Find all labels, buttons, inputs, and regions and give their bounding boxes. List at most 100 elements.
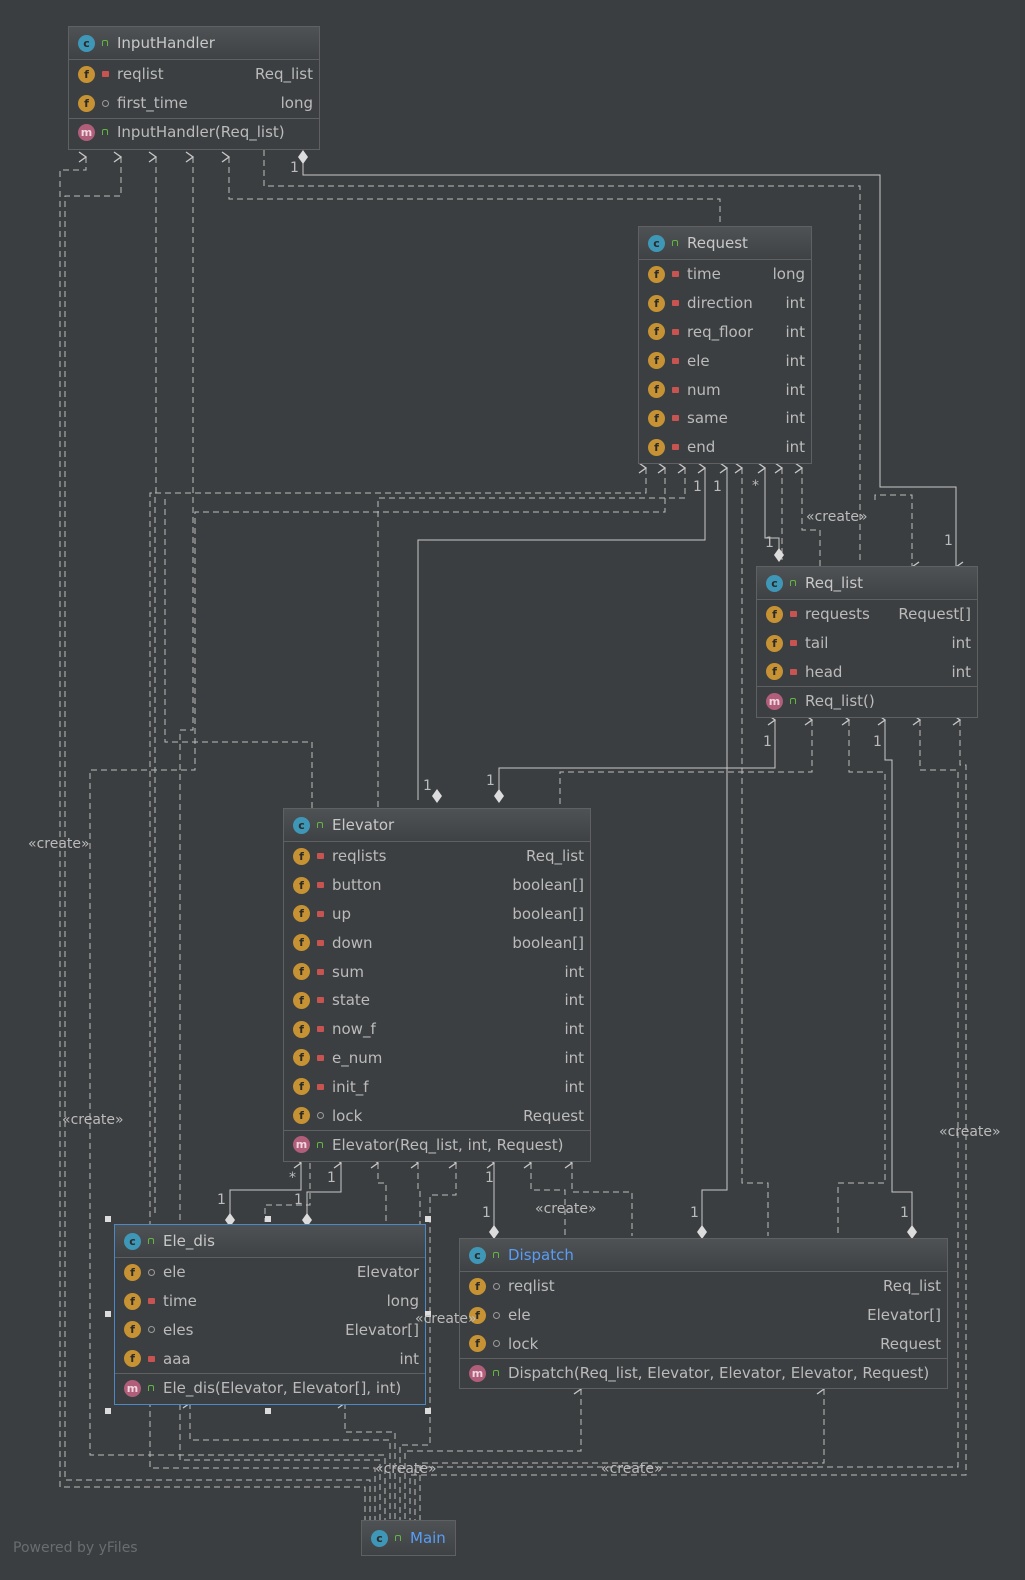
field-row[interactable]: f e_num int xyxy=(284,1044,590,1073)
method-signature: InputHandler(Req_list) xyxy=(117,123,285,142)
private-icon xyxy=(788,667,798,677)
class-inputhandler[interactable]: c InputHandler f reqlist Req_list f first_ti… xyxy=(68,26,320,150)
field-icon: f xyxy=(648,352,665,370)
public-icon xyxy=(315,1140,325,1150)
private-icon xyxy=(146,1354,156,1364)
selection-handle[interactable] xyxy=(105,1311,111,1317)
field-row[interactable]: f num int xyxy=(639,375,811,404)
class-icon: c xyxy=(78,34,95,52)
field-name: init_f xyxy=(332,1077,369,1096)
method-signature: Req_list() xyxy=(805,692,875,711)
field-row[interactable]: f now_f int xyxy=(284,1015,590,1044)
create-label: «create» xyxy=(375,1461,437,1477)
create-label: «create» xyxy=(806,509,868,525)
method-row[interactable]: m InputHandler(Req_list) xyxy=(69,117,319,147)
field-icon: f xyxy=(648,265,665,283)
field-row[interactable]: f reqlist Req_list xyxy=(460,1272,947,1301)
field-row[interactable]: f lock Request xyxy=(284,1101,590,1130)
field-row[interactable]: f reqlists Req_list xyxy=(284,842,590,871)
public-icon xyxy=(788,578,798,588)
field-row[interactable]: f reqlist Req_list xyxy=(69,60,319,89)
private-icon xyxy=(315,967,325,977)
private-icon xyxy=(315,1053,325,1063)
class-request[interactable]: c Request f time long f direction int f req_fl… xyxy=(638,226,812,464)
field-name: req_floor xyxy=(687,322,754,341)
method-row[interactable]: m Elevator(Req_list, int, Request) xyxy=(284,1129,590,1159)
field-icon: f xyxy=(293,1107,310,1125)
field-icon: f xyxy=(469,1277,486,1295)
field-row[interactable]: f state int xyxy=(284,986,590,1015)
class-req-list[interactable]: c Req_list f requests Request[] f tail int f h… xyxy=(756,566,978,718)
class-main[interactable]: c Main xyxy=(361,1520,456,1556)
field-type: Elevator xyxy=(356,1263,419,1282)
field-row[interactable]: f tail int xyxy=(757,629,977,658)
field-name: state xyxy=(332,991,370,1010)
field-row[interactable]: f ele Elevator[] xyxy=(460,1301,947,1330)
field-row[interactable]: f init_f int xyxy=(284,1072,590,1101)
multiplicity-label: 1 xyxy=(900,1205,909,1221)
field-row[interactable]: f sum int xyxy=(284,957,590,986)
selection-handle[interactable] xyxy=(425,1216,431,1222)
field-row[interactable]: f time long xyxy=(639,260,811,289)
public-icon xyxy=(788,696,798,706)
field-name: ele xyxy=(508,1306,531,1325)
field-icon: f xyxy=(78,65,95,83)
field-row[interactable]: f eles Elevator[] xyxy=(115,1316,425,1345)
field-row[interactable]: f direction int xyxy=(639,289,811,318)
method-row[interactable]: m Ele_dis(Elevator, Elevator[], int) xyxy=(115,1373,425,1402)
field-icon: f xyxy=(648,438,665,456)
field-row[interactable]: f ele Elevator xyxy=(115,1258,425,1287)
field-icon: f xyxy=(293,847,310,865)
class-ele-dis[interactable]: c Ele_dis f ele Elevator f time long f eles Ele… xyxy=(114,1224,426,1405)
field-row[interactable]: f same int xyxy=(639,404,811,433)
field-name: reqlists xyxy=(332,847,387,866)
multiplicity-label: 1 xyxy=(765,535,774,551)
class-name: Elevator xyxy=(332,816,395,834)
field-row[interactable]: f head int xyxy=(757,658,977,687)
selection-handle[interactable] xyxy=(265,1216,271,1222)
class-icon: c xyxy=(371,1529,388,1547)
field-row[interactable]: f requests Request[] xyxy=(757,600,977,629)
multiplicity-label: 1 xyxy=(217,1192,226,1208)
private-icon xyxy=(788,638,798,648)
field-name: time xyxy=(687,265,721,284)
private-icon xyxy=(315,1082,325,1092)
field-row[interactable]: f ele int xyxy=(639,346,811,375)
field-row[interactable]: f aaa int xyxy=(115,1344,425,1373)
class-name: Request xyxy=(687,234,748,252)
class-dispatch[interactable]: c Dispatch f reqlist Req_list f ele Elevator[… xyxy=(459,1238,948,1389)
create-label: «create» xyxy=(601,1461,663,1477)
field-type: int xyxy=(564,1048,584,1067)
field-type: int xyxy=(785,294,805,313)
method-row[interactable]: m Dispatch(Req_list, Elevator, Elevator, … xyxy=(460,1358,947,1387)
field-type: Request xyxy=(523,1106,584,1125)
field-row[interactable]: f req_floor int xyxy=(639,318,811,347)
field-row[interactable]: f up boolean[] xyxy=(284,900,590,929)
public-icon xyxy=(393,1533,403,1543)
field-row[interactable]: f end int xyxy=(639,433,811,462)
multiplicity-label: 1 xyxy=(690,1205,699,1221)
field-row[interactable]: f first_time long xyxy=(69,89,319,118)
selection-handle[interactable] xyxy=(265,1408,271,1414)
selection-handle[interactable] xyxy=(105,1216,111,1222)
method-row[interactable]: m Req_list() xyxy=(757,686,977,715)
field-row[interactable]: f lock Request xyxy=(460,1330,947,1359)
selection-handle[interactable] xyxy=(425,1408,431,1414)
field-icon: f xyxy=(648,323,665,341)
create-label: «create» xyxy=(415,1311,477,1327)
private-icon xyxy=(100,69,110,79)
selection-handle[interactable] xyxy=(105,1408,111,1414)
field-row[interactable]: f down boolean[] xyxy=(284,928,590,957)
field-name: num xyxy=(687,380,721,399)
field-type: int xyxy=(951,662,971,681)
field-icon: f xyxy=(648,294,665,312)
private-icon xyxy=(670,385,680,395)
public-icon xyxy=(670,238,680,248)
field-row[interactable]: f button boolean[] xyxy=(284,871,590,900)
field-row[interactable]: f time long xyxy=(115,1287,425,1316)
multiplicity-label: 1 xyxy=(486,773,495,789)
private-icon xyxy=(670,442,680,452)
class-elevator[interactable]: c Elevator f reqlists Req_list f button boole… xyxy=(283,808,591,1162)
field-name: same xyxy=(687,409,728,428)
class-icon: c xyxy=(124,1232,141,1250)
